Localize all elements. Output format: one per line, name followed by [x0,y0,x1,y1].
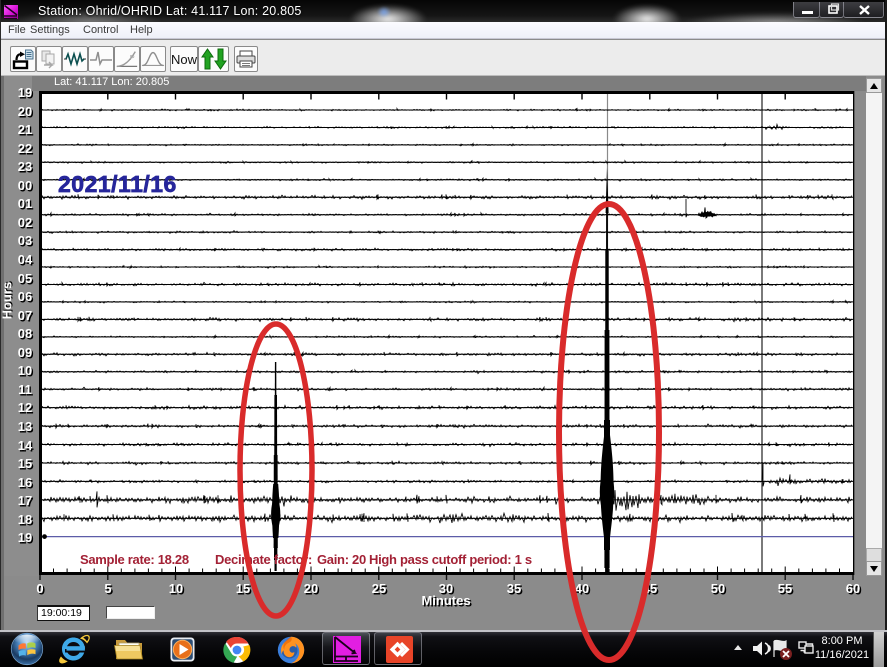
svg-text:P: P [130,53,135,62]
